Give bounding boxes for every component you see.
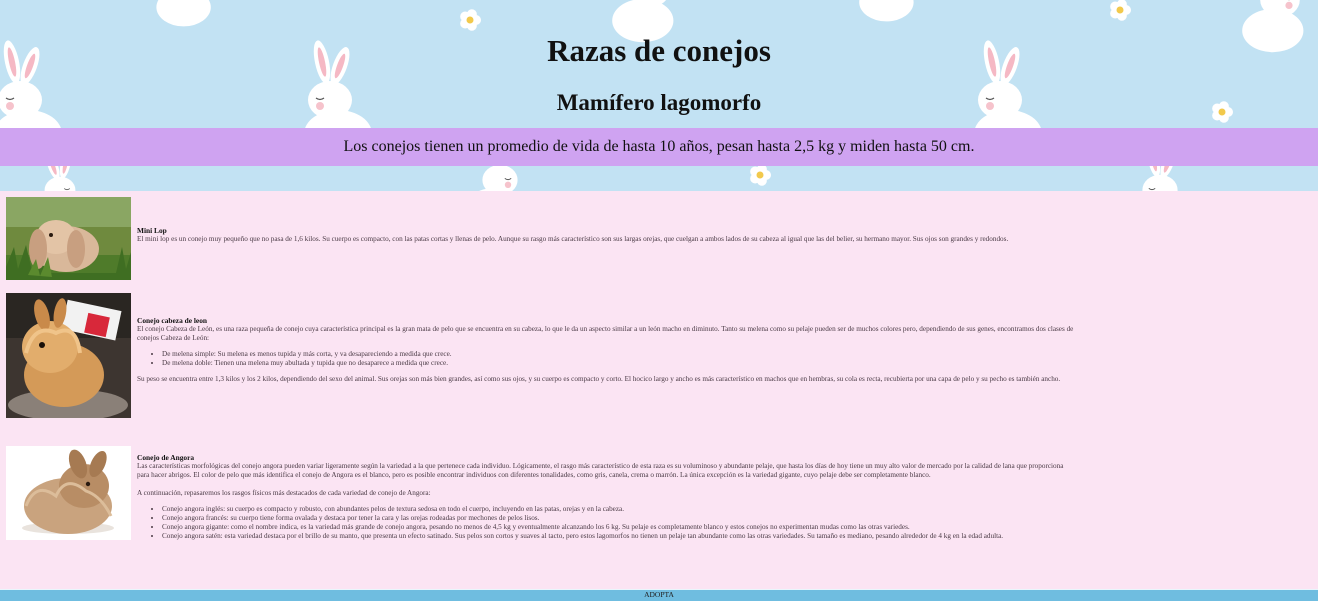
page-title: Razas de conejos (547, 33, 771, 68)
mini-lop-photo (6, 197, 131, 280)
breed-variety-list: Conejo angora inglés: su cuerpo es compa… (137, 505, 1075, 541)
breed-intro: Las características morfológicas del con… (137, 462, 1064, 479)
breed-variety-list: De melena simple: Su melena es menos tup… (137, 350, 1075, 368)
list-item: De melena simple: Su melena es menos tup… (162, 350, 1075, 359)
page-subtitle: Mamífero lagomorfo (556, 90, 762, 115)
header-banner: Razas de conejos Mamífero lagomorfo Los … (0, 0, 1318, 191)
cabeza-de-leon-text: Conejo cabeza de leon El conejo Cabeza d… (137, 316, 1075, 384)
breed-name: Conejo cabeza de leon (137, 316, 207, 325)
list-item: Conejo angora francés: su cuerpo tiene f… (162, 514, 1075, 523)
breed-mini-lop: Mini Lop El mini lop es un conejo muy pe… (0, 197, 1318, 281)
list-item: Conejo angora satén: esta variedad desta… (162, 532, 1075, 541)
breed-name: Mini Lop (137, 226, 167, 235)
breed-intro: El conejo Cabeza de León, es una raza pe… (137, 325, 1074, 342)
breed-cabeza-de-leon: Conejo cabeza de leon El conejo Cabeza d… (0, 293, 1318, 419)
flower-decoration (1110, 0, 1131, 21)
list-item: De melena doble: Tienen una melena muy a… (162, 359, 1075, 368)
cabeza-de-leon-photo (6, 293, 131, 418)
flower-decoration (750, 164, 771, 186)
breed-name: Conejo de Angora (137, 453, 195, 462)
list-item: Conejo angora inglés: su cuerpo es compa… (162, 505, 1075, 514)
breed-intro-2: A continuación, repasaremos los rasgos f… (137, 489, 431, 497)
bunny-decoration (859, 0, 914, 22)
breed-outro: Su peso se encuentra entre 1,3 kilos y l… (137, 375, 1061, 383)
angora-text: Conejo de Angora Las características mor… (137, 453, 1075, 548)
list-item: Conejo angora gigante: como el nombre in… (162, 523, 1075, 532)
mini-lop-text: Mini Lop El mini lop es un conejo muy pe… (137, 226, 1075, 244)
angora-photo (6, 446, 131, 540)
info-band: Los conejos tienen un promedio de vida d… (0, 128, 1318, 166)
footer-adopta[interactable]: ADOPTA (0, 589, 1318, 601)
breed-angora: Conejo de Angora Las características mor… (0, 446, 1318, 566)
flower-decoration (460, 9, 481, 31)
bunny-decoration (156, 0, 211, 27)
breed-description: El mini lop es un conejo muy pequeño que… (137, 235, 1009, 243)
